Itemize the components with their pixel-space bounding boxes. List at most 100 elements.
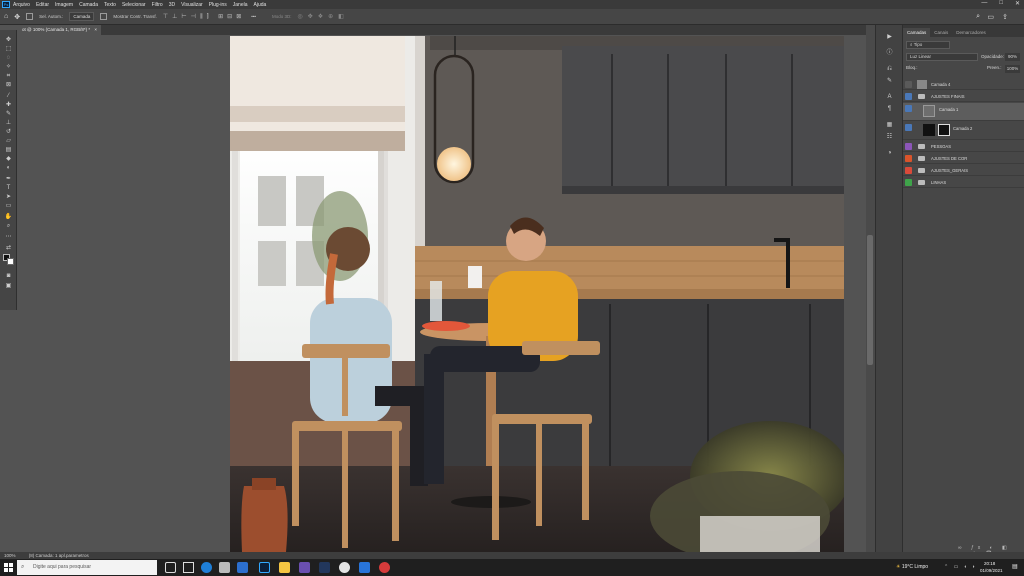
auto-select-checkbox[interactable] (26, 13, 34, 20)
tab-camadas[interactable]: Camadas (903, 28, 931, 37)
magic-wand-tool-icon[interactable]: ✧ (4, 63, 13, 71)
play-icon[interactable]: ▶ (885, 33, 894, 42)
layer-filter-dropdown[interactable]: ⌕ Tipo (906, 41, 950, 49)
share-icon[interactable]: ⇪ (1002, 13, 1008, 21)
layer-group-row[interactable]: AJUSTES FINAIS (903, 91, 1024, 102)
eyedropper-tool-icon[interactable]: ⁄ (4, 92, 13, 100)
character-icon[interactable]: A (885, 93, 894, 102)
workspace-icon[interactable]: ▭ (987, 13, 994, 21)
layer-group-row[interactable]: AJUSTES DE COR (903, 153, 1024, 164)
visibility-eye-icon[interactable] (905, 105, 912, 112)
weather-widget[interactable]: ☀ 19°C Limpo (896, 564, 928, 570)
store-icon[interactable] (219, 562, 230, 573)
visibility-eye-icon[interactable] (905, 124, 912, 131)
chrome-icon[interactable] (339, 562, 350, 573)
menu-3d[interactable]: 3D (169, 2, 175, 8)
eraser-tool-icon[interactable]: ▱ (4, 137, 13, 145)
adjustments-icon[interactable]: ◑ (885, 149, 894, 158)
app-icon[interactable] (299, 562, 310, 573)
auto-select-dropdown[interactable]: Camada (69, 12, 95, 21)
photoshop-taskbar-icon[interactable] (259, 562, 270, 573)
show-transform-checkbox[interactable] (100, 13, 108, 20)
libraries-icon[interactable]: ▦ (885, 121, 894, 130)
blend-mode-dropdown[interactable]: Luz Linear (906, 53, 978, 61)
frame-tool-icon[interactable]: ⊠ (4, 81, 13, 89)
layer-group-row[interactable]: PESSOAS (903, 141, 1024, 152)
tab-canais[interactable]: Canais (930, 28, 952, 37)
menu-texto[interactable]: Texto (104, 2, 116, 8)
visibility-eye-icon[interactable] (905, 93, 912, 100)
more-options-button[interactable]: ••• (251, 14, 256, 19)
file-explorer-icon[interactable] (279, 562, 290, 573)
stamp-tool-icon[interactable]: ⊥ (4, 119, 13, 127)
dodge-tool-icon[interactable]: ◐ (4, 164, 13, 172)
menu-plugins[interactable]: Plug-ins (209, 2, 227, 8)
cortana-icon[interactable] (165, 562, 176, 573)
canvas-scrollbar[interactable] (866, 25, 875, 552)
windows-start-icon[interactable] (4, 563, 13, 572)
hand-tool-icon[interactable]: ✋ (4, 213, 13, 221)
layer-row-selected[interactable]: Camada 1 (903, 103, 1024, 121)
marquee-tool-icon[interactable]: ⬚ (4, 45, 13, 53)
menu-camada[interactable]: Camada (79, 2, 98, 8)
menu-selecionar[interactable]: Selecionar (122, 2, 146, 8)
properties-icon[interactable]: ☷ (885, 133, 894, 142)
tab-demarcadores[interactable]: Demarcadores (952, 28, 990, 37)
align-icons[interactable]: ⊤⊥⊢⊣⫼⫿ ⊞⊟⊠ (163, 13, 245, 21)
mail-icon[interactable] (237, 562, 248, 573)
minimize-button[interactable]: — (981, 0, 987, 7)
clock-date[interactable]: 01/09/2021 (980, 568, 1003, 573)
menu-imagem[interactable]: Imagem (55, 2, 73, 8)
background-color-swatch[interactable] (7, 258, 14, 265)
close-tab-button[interactable]: × (94, 27, 97, 32)
tray-icons[interactable]: ⌃ ▭ ◖ ◗ (944, 564, 977, 570)
layer-row[interactable]: Camada 4 (903, 79, 1024, 90)
crop-tool-icon[interactable]: ⌗ (4, 72, 13, 80)
document-canvas[interactable] (230, 36, 844, 552)
app-icon-3[interactable] (359, 562, 370, 573)
history-brush-tool-icon[interactable]: ↺ (4, 128, 13, 136)
menu-filtro[interactable]: Filtro (152, 2, 163, 8)
record-icon[interactable] (379, 562, 390, 573)
screen-mode-icon[interactable]: ▣ (4, 282, 13, 290)
taskbar-search-input[interactable]: Digite aqui para pesquisar (17, 560, 157, 575)
path-selection-tool-icon[interactable]: ➤ (4, 193, 13, 201)
home-icon[interactable]: ⌂ (4, 13, 8, 20)
close-window-button[interactable]: ✕ (1015, 0, 1020, 7)
visibility-eye-icon[interactable] (905, 81, 912, 88)
app-icon-2[interactable] (319, 562, 330, 573)
paragraph-icon[interactable]: ¶ (885, 105, 894, 114)
layer-row[interactable]: Camada 2 (903, 122, 1024, 140)
menu-arquivo[interactable]: Arquivo (13, 2, 30, 8)
visibility-eye-icon[interactable] (905, 155, 912, 162)
edge-icon[interactable] (201, 562, 212, 573)
fill-input[interactable]: 100% (1005, 65, 1020, 73)
menu-ajuda[interactable]: Ajuda (254, 2, 267, 8)
document-tab[interactable]: ot @ 100% (Camada 1, RGB/8*) * × (18, 25, 102, 35)
swap-colors-icon[interactable]: ⇄ (4, 244, 13, 252)
3d-tool-icons[interactable]: ◎✥❖⊕◧ (298, 13, 349, 20)
layer-group-row[interactable]: LINHAS (903, 177, 1024, 188)
more-tools-icon[interactable]: ⋯ (4, 233, 13, 241)
visibility-eye-icon[interactable] (905, 143, 912, 150)
brush-settings-icon[interactable]: ✎ (885, 77, 894, 86)
zoom-level[interactable]: 100% (4, 553, 16, 558)
lasso-tool-icon[interactable]: ◌ (4, 54, 13, 62)
notifications-icon[interactable]: ▤ (1012, 563, 1018, 570)
task-view-icon[interactable] (183, 562, 194, 573)
brush-tool-icon[interactable]: ✎ (4, 110, 13, 118)
search-icon[interactable]: ⌕ (976, 13, 980, 21)
menu-editar[interactable]: Editar (36, 2, 49, 8)
photoshop-logo-icon[interactable]: Ps (2, 1, 10, 8)
menu-visualizar[interactable]: Visualizar (181, 2, 203, 8)
info-icon[interactable]: ⓘ (885, 49, 894, 58)
quick-mask-icon[interactable]: ◙ (4, 272, 13, 280)
scroll-thumb[interactable] (867, 235, 873, 365)
rectangle-tool-icon[interactable]: ▭ (4, 202, 13, 210)
healing-tool-icon[interactable]: ✚ (4, 101, 13, 109)
move-tool-icon[interactable]: ✥ (4, 36, 13, 44)
history-icon[interactable]: ⎌ (885, 65, 894, 74)
clock-time[interactable]: 20:18 (984, 561, 995, 566)
maximize-button[interactable]: □ (999, 0, 1003, 7)
pen-tool-icon[interactable]: ✒ (4, 175, 13, 183)
